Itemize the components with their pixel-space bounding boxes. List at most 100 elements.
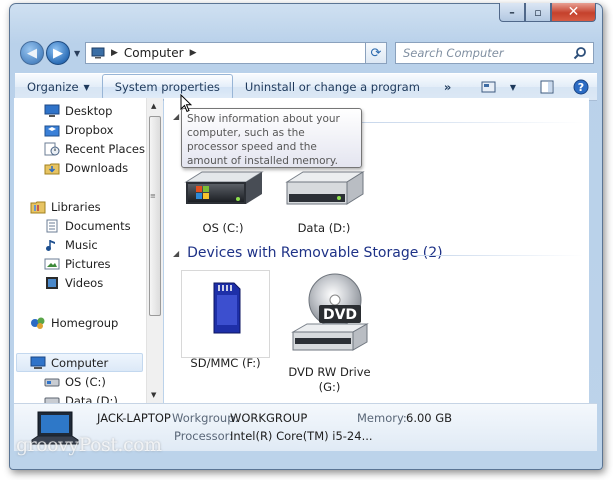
sidebar-item-pictures[interactable]: Pictures <box>44 254 111 273</box>
sidebar-item-label: Desktop <box>65 103 113 118</box>
dvd-logo-text: DVD <box>322 307 356 323</box>
sidebar-item-desktop[interactable]: Desktop <box>44 101 112 120</box>
collapse-triangle-icon[interactable]: ◢ <box>173 249 179 258</box>
documents-icon <box>44 218 60 234</box>
breadcrumb-separator-icon[interactable]: ▶ <box>111 48 118 58</box>
organize-menu[interactable]: Organize ▼ <box>15 74 102 100</box>
change-view-icon[interactable] <box>481 80 497 94</box>
processor-label: Processor: <box>174 429 234 443</box>
mouse-cursor-icon <box>180 94 192 113</box>
breadcrumb-chevron-icon[interactable]: ▶ <box>190 48 197 58</box>
sidebar-item-dropbox[interactable]: Dropbox <box>44 120 113 139</box>
scroll-down-icon[interactable]: ▼ <box>151 391 156 399</box>
sidebar-item-music[interactable]: Music <box>44 235 98 254</box>
search-icon[interactable] <box>573 46 587 60</box>
hard-drive-icon <box>285 171 365 205</box>
drive-label: DVD RW Drive (G:) <box>282 365 377 395</box>
computer-icon <box>91 47 105 59</box>
pictures-icon <box>44 256 60 272</box>
sidebar-item-label: Downloads <box>65 160 129 175</box>
forward-button[interactable]: ▶ <box>46 41 70 65</box>
memory-label: Memory: <box>357 411 407 425</box>
drive-sd-mmc-f[interactable]: SD/MMC (F:) <box>181 270 270 370</box>
hard-drive-windows-icon <box>184 171 264 204</box>
drive-data-d[interactable]: Data (D:) <box>279 168 369 236</box>
workgroup-value: WORKGROUP <box>230 411 308 425</box>
videos-icon <box>44 275 60 291</box>
sidebar-item-computer[interactable]: Computer <box>16 353 143 372</box>
minimize-button[interactable]: – <box>499 3 525 22</box>
sidebar-item-label: Music <box>65 237 98 252</box>
refresh-button[interactable]: ⟳ <box>365 42 387 64</box>
uninstall-program-button[interactable]: Uninstall or change a program <box>233 74 432 100</box>
drive-os-c[interactable]: OS (C:) <box>178 168 268 236</box>
group-divider <box>354 122 584 123</box>
downloads-icon <box>44 160 60 176</box>
processor-value: Intel(R) Core(TM) i5-24... <box>230 429 373 443</box>
sidebar-item-videos[interactable]: Videos <box>44 273 103 292</box>
more-label: » <box>443 80 452 94</box>
watermark-text: groovyPost.com <box>16 434 162 456</box>
address-bar[interactable]: ▶ Computer ▶ ▼ <box>85 42 385 64</box>
drive-label-line1: DVD RW Drive <box>288 365 371 379</box>
memory-value: 6.00 GB <box>406 411 453 425</box>
organize-label: Organize <box>27 80 79 94</box>
sidebar-item-label: Computer <box>51 355 109 370</box>
navigation-bar: ◀ ▶ ▼ ▶ Computer ▶ ▼ ⟳ <box>20 40 594 68</box>
system-properties-tooltip: Show information about your computer, su… <box>181 108 362 168</box>
sidebar-item-label: Documents <box>65 218 131 233</box>
removable-group-title: Devices with Removable Storage (2) <box>187 245 443 261</box>
chevron-down-icon: ▼ <box>83 82 90 92</box>
sidebar-item-label: Homegroup <box>51 315 119 330</box>
group-divider <box>414 255 584 256</box>
scroll-up-icon[interactable]: ▲ <box>151 102 156 110</box>
sidebar-item-homegroup[interactable]: Homegroup <box>30 313 118 332</box>
libraries-icon <box>30 199 46 215</box>
preview-pane-icon[interactable] <box>539 80 555 94</box>
system-properties-label: System properties <box>114 80 220 94</box>
navigation-scrollbar[interactable]: ▲ ≡ ▼ <box>146 98 163 403</box>
maximize-button[interactable]: ▫ <box>525 3 551 22</box>
workgroup-label: Workgroup: <box>172 411 239 425</box>
drive-label-line2: (G:) <box>318 380 341 394</box>
sidebar-item-label: OS (C:) <box>65 374 106 389</box>
homegroup-icon <box>30 315 46 331</box>
collapse-triangle-icon[interactable]: ◢ <box>173 112 179 121</box>
sidebar-item-data-d[interactable]: Data (D:) <box>44 391 118 403</box>
caption-buttons: – ▫ ✕ <box>499 3 596 22</box>
close-button[interactable]: ✕ <box>551 3 596 22</box>
drive-label: Data (D:) <box>297 221 351 235</box>
view-options-dropdown-icon[interactable]: ▼ <box>505 80 521 94</box>
breadcrumb-computer[interactable]: Computer <box>124 46 184 60</box>
svg-text:?: ? <box>578 81 584 94</box>
scroll-grip-icon: ≡ <box>150 192 156 200</box>
command-bar: Organize ▼ System properties Uninstall o… <box>15 73 597 101</box>
sidebar-item-recent-places[interactable]: Recent Places <box>44 139 145 158</box>
system-properties-button[interactable]: System properties <box>101 74 233 100</box>
search-input[interactable] <box>403 46 563 60</box>
drive-dvd-rw-g[interactable]: DVD DVD RW Drive (G:) <box>282 270 377 395</box>
drive-label: SD/MMC (F:) <box>190 356 261 370</box>
sidebar-item-label: Dropbox <box>65 122 114 137</box>
sidebar-item-downloads[interactable]: Downloads <box>44 158 128 177</box>
desktop-icon <box>44 103 60 119</box>
uninstall-label: Uninstall or change a program <box>244 80 420 94</box>
sidebar-item-documents[interactable]: Documents <box>44 216 131 235</box>
more-commands-button[interactable]: » <box>432 74 463 100</box>
computer-name: JACK-LAPTOP <box>97 411 171 425</box>
removable-group-header[interactable]: ◢ Devices with Removable Storage (2) <box>173 245 443 261</box>
search-box[interactable] <box>395 42 594 64</box>
back-button[interactable]: ◀ <box>20 41 44 65</box>
sidebar-item-libraries[interactable]: Libraries <box>30 197 101 216</box>
recent-pages-dropdown[interactable]: ▼ <box>74 49 80 58</box>
drive-label: OS (C:) <box>202 221 244 235</box>
sidebar-item-label: Libraries <box>51 199 101 214</box>
navigation-pane: Desktop Dropbox Recent Places Downloads … <box>14 98 159 403</box>
sidebar-item-label: Pictures <box>65 256 111 271</box>
music-icon <box>44 237 60 253</box>
scroll-thumb[interactable] <box>149 116 161 316</box>
sidebar-item-label: Data (D:) <box>65 393 118 404</box>
sidebar-item-os-c[interactable]: OS (C:) <box>44 372 106 391</box>
help-icon[interactable]: ? <box>573 79 589 95</box>
recent-places-icon <box>44 141 60 157</box>
